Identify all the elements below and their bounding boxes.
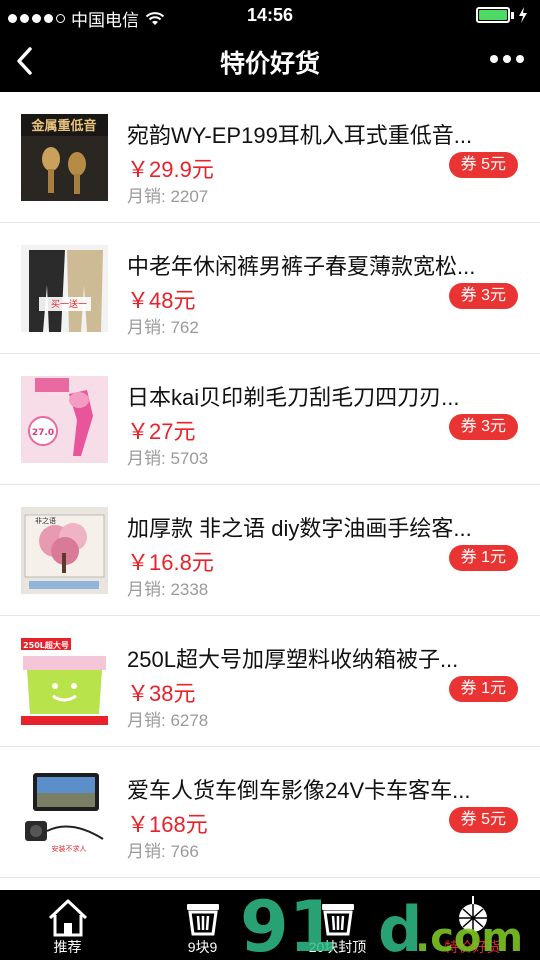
product-price: ￥16.8元 xyxy=(127,550,214,575)
product-list: 金属重低音 宛韵WY-EP199耳机入耳式重低音... ￥29.9元 月销: 2… xyxy=(0,92,540,878)
product-image-razor: 27.0 xyxy=(21,376,108,463)
disco-ball-icon xyxy=(458,896,487,932)
product-title[interactable]: 中老年休闲裤男裤子春夏薄款宽松... xyxy=(127,249,517,281)
more-icon[interactable] xyxy=(490,55,524,63)
product-image-painting: 非之语 xyxy=(21,507,108,594)
tab-special-deals[interactable]: 特价好货 xyxy=(405,890,540,960)
tab-label: 20块封顶 xyxy=(308,939,367,955)
coupon-badge[interactable]: 券 3元 xyxy=(448,283,518,309)
list-item[interactable]: 安装不求人 爱车人货车倒车影像24V卡车客车... ￥168元 月销: 766 … xyxy=(0,747,540,878)
tab-20-cap[interactable]: 20块封顶 xyxy=(270,890,405,960)
thumb-text: 安装不求人 xyxy=(52,844,87,853)
monthly-sales: 月销: 5703 xyxy=(127,449,209,468)
monthly-sales: 月销: 6278 xyxy=(127,711,209,730)
product-image-earphones: 金属重低音 xyxy=(21,114,108,201)
product-price: ￥38元 xyxy=(127,681,196,706)
product-image-reverse-camera: 安装不求人 xyxy=(21,769,108,856)
basket-icon xyxy=(186,904,219,936)
nav-bar: 特价好货 xyxy=(0,30,540,92)
battery-icon xyxy=(476,7,528,23)
coupon-badge[interactable]: 券 5元 xyxy=(448,807,518,833)
monthly-sales: 月销: 2338 xyxy=(127,580,209,599)
product-title[interactable]: 日本kai贝印剃毛刀刮毛刀四刀刃... xyxy=(127,380,517,412)
thumb-text: 27.0 xyxy=(32,428,54,438)
tab-label: 9块9 xyxy=(187,939,218,955)
coupon-badge[interactable]: 券 1元 xyxy=(448,545,518,571)
list-item[interactable]: 金属重低音 宛韵WY-EP199耳机入耳式重低音... ￥29.9元 月销: 2… xyxy=(0,92,540,223)
thumb-text: 买一送一 xyxy=(51,298,87,310)
home-icon xyxy=(48,899,87,937)
monthly-sales: 月销: 762 xyxy=(127,318,199,337)
product-title[interactable]: 宛韵WY-EP199耳机入耳式重低音... xyxy=(127,118,517,150)
product-image-storage-box: 250L超大号 xyxy=(21,638,108,725)
coupon-badge[interactable]: 券 5元 xyxy=(448,152,518,178)
charging-icon xyxy=(519,7,527,23)
thumb-text: 金属重低音 xyxy=(30,118,96,134)
tab-label: 特价好货 xyxy=(444,939,501,955)
clock: 14:56 xyxy=(246,5,294,25)
product-image-trousers: 买一送一 xyxy=(21,245,108,332)
basket-icon xyxy=(321,904,354,936)
page-title: 特价好货 xyxy=(219,50,320,78)
thumb-text: 250L超大号 xyxy=(23,640,69,650)
status-bar: 中国电信 14:56 xyxy=(0,0,540,30)
product-title[interactable]: 250L超大号加厚塑料收纳箱被子... xyxy=(127,642,517,674)
list-item[interactable]: 250L超大号 250L超大号加厚塑料收纳箱被子... ￥38元 月销: 627… xyxy=(0,616,540,747)
monthly-sales: 月销: 766 xyxy=(127,842,199,861)
product-price: ￥48元 xyxy=(127,288,196,313)
product-price: ￥168元 xyxy=(127,812,208,837)
list-item[interactable]: 27.0 日本kai贝印剃毛刀刮毛刀四刀刃... ￥27元 月销: 5703 券… xyxy=(0,354,540,485)
product-title[interactable]: 加厚款 非之语 diy数字油画手绘客... xyxy=(127,511,517,543)
tab-recommend[interactable]: 推荐 xyxy=(0,890,135,960)
tab-bar: 推荐 9块9 20块封顶 特价好货 xyxy=(0,890,540,960)
coupon-badge[interactable]: 券 3元 xyxy=(448,414,518,440)
product-price: ￥27元 xyxy=(127,419,196,444)
list-item[interactable]: 买一送一 中老年休闲裤男裤子春夏薄款宽松... ￥48元 月销: 762 券 3… xyxy=(0,223,540,354)
product-price: ￥29.9元 xyxy=(127,157,214,182)
tab-label: 推荐 xyxy=(53,939,82,955)
coupon-badge[interactable]: 券 1元 xyxy=(448,676,518,702)
monthly-sales: 月销: 2207 xyxy=(127,187,209,206)
tab-9-9[interactable]: 9块9 xyxy=(135,890,270,960)
thumb-text: 非之语 xyxy=(35,516,56,525)
product-title[interactable]: 爱车人货车倒车影像24V卡车客车... xyxy=(127,773,517,805)
list-item[interactable]: 非之语 加厚款 非之语 diy数字油画手绘客... ￥16.8元 月销: 233… xyxy=(0,485,540,616)
